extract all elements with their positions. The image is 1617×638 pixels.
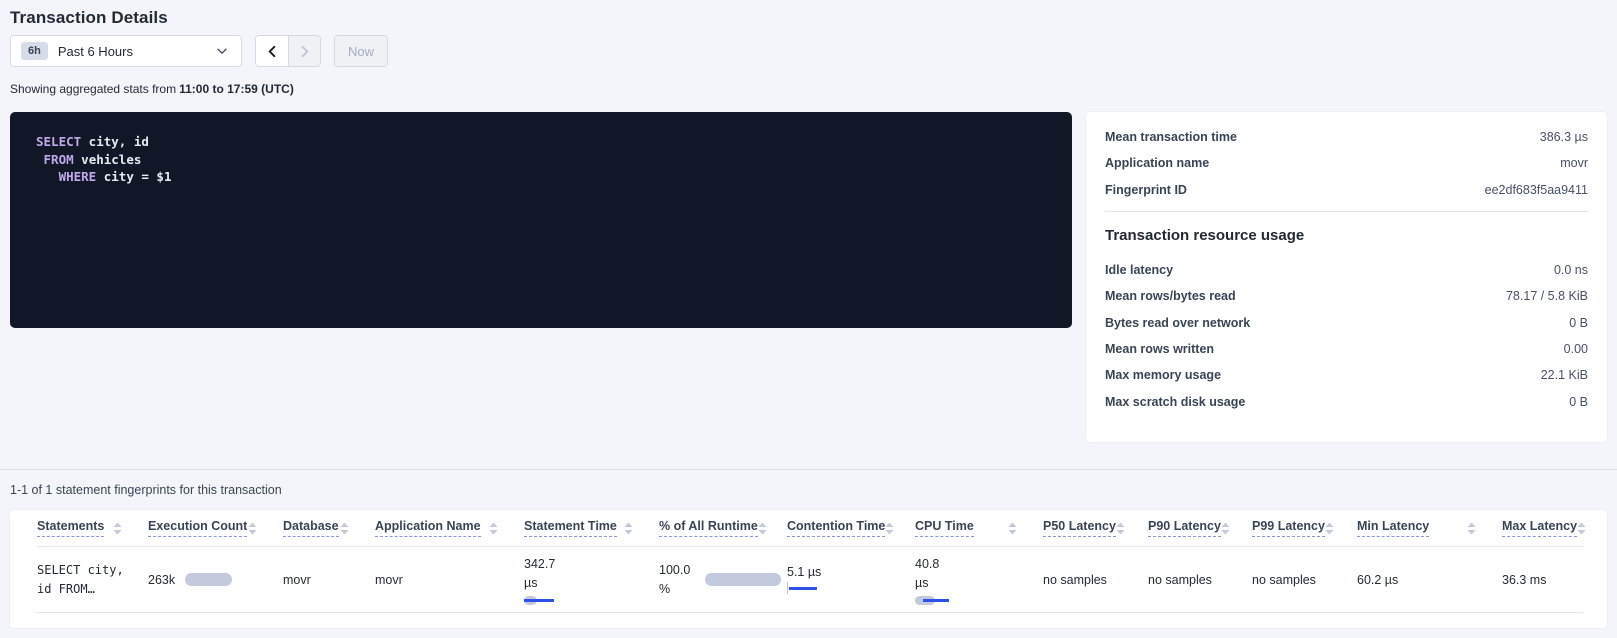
- time-controls: 6h Past 6 Hours Now: [10, 35, 1607, 67]
- sort-caret-icon: [1221, 522, 1230, 535]
- cell-percent-of-all-runtime: 100.0 %: [659, 561, 787, 599]
- execution-count-bar: [185, 573, 232, 586]
- column-header-application-name[interactable]: Application Name: [375, 519, 524, 537]
- summary-row-mean-transaction-time: Mean transaction time 386.3 µs: [1105, 124, 1588, 150]
- cell-contention-time: 5.1 µs: [787, 565, 915, 594]
- cpu-time-bar: [915, 596, 949, 605]
- prev-range-button[interactable]: [256, 36, 288, 66]
- cell-application-name: movr: [375, 573, 524, 587]
- chevron-down-icon: [215, 44, 229, 58]
- cell-p99-latency: no samples: [1252, 573, 1357, 587]
- time-range-arrow-group: [255, 35, 321, 67]
- column-header-percent-of-all-runtime[interactable]: % of All Runtime: [659, 519, 787, 537]
- column-header-max-latency[interactable]: Max Latency: [1502, 519, 1583, 537]
- time-range-label: Past 6 Hours: [58, 44, 133, 59]
- sort-caret-icon: [758, 522, 767, 535]
- statements-table-card: Statements Execution Count Database Appl…: [10, 510, 1607, 628]
- cell-execution-count: 263k: [148, 573, 283, 587]
- sort-caret-icon: [489, 522, 498, 535]
- column-header-p99-latency[interactable]: P99 Latency: [1252, 519, 1357, 537]
- resource-row-max-memory-usage: Max memory usage 22.1 KiB: [1105, 362, 1588, 388]
- column-header-contention-time[interactable]: Contention Time: [787, 519, 915, 537]
- resource-usage-section-title: Transaction resource usage: [1105, 227, 1588, 244]
- sort-caret-icon: [113, 522, 122, 535]
- subtitle-prefix: Showing aggregated stats from: [10, 82, 176, 96]
- column-header-p50-latency[interactable]: P50 Latency: [1043, 519, 1148, 537]
- chevron-right-icon: [297, 44, 312, 59]
- cell-statement: SELECT city, id FROM…: [37, 561, 148, 599]
- sort-caret-icon: [1467, 522, 1476, 535]
- sort-caret-icon: [1008, 522, 1017, 535]
- resource-row-max-scratch-disk-usage: Max scratch disk usage 0 B: [1105, 388, 1588, 414]
- summary-divider: [1105, 211, 1588, 212]
- cell-cpu-time: 40.8 µs: [915, 555, 1043, 605]
- statement-link[interactable]: SELECT city, id FROM…: [37, 561, 137, 599]
- cell-database: movr: [283, 573, 375, 587]
- summary-row-application-name: Application name movr: [1105, 150, 1588, 176]
- statement-time-bar: [524, 596, 554, 605]
- cell-statement-time: 342.7 µs: [524, 555, 659, 605]
- sort-caret-icon: [1577, 522, 1586, 535]
- resource-row-mean-rows-bytes-read: Mean rows/bytes read 78.17 / 5.8 KiB: [1105, 283, 1588, 309]
- column-header-p90-latency[interactable]: P90 Latency: [1148, 519, 1252, 537]
- resource-row-mean-rows-written: Mean rows written 0.00: [1105, 336, 1588, 362]
- sql-statement-box: SELECT city, id FROM vehicles WHERE city…: [10, 112, 1072, 328]
- cell-max-latency: 36.3 ms: [1502, 573, 1583, 587]
- sort-caret-icon: [624, 522, 633, 535]
- subtitle-range: 11:00 to 17:59 (UTC): [179, 82, 294, 96]
- details-main-row: SELECT city, id FROM vehicles WHERE city…: [10, 112, 1607, 442]
- statement-row: SELECT city, id FROM… 263k movr movr 342…: [37, 547, 1583, 613]
- sort-caret-icon: [248, 522, 257, 535]
- sql-line: SELECT city, id: [36, 133, 1046, 151]
- chevron-left-icon: [265, 44, 280, 59]
- page-title: Transaction Details: [10, 0, 1607, 28]
- next-range-button[interactable]: [288, 36, 320, 66]
- resource-row-bytes-read-over-network: Bytes read over network 0 B: [1105, 309, 1588, 335]
- now-button[interactable]: Now: [334, 35, 388, 67]
- sql-line: WHERE city = $1: [36, 168, 1046, 186]
- transaction-summary-card: Mean transaction time 386.3 µs Applicati…: [1086, 112, 1607, 442]
- sql-line: FROM vehicles: [36, 151, 1046, 169]
- column-header-cpu-time[interactable]: CPU Time: [915, 519, 1043, 537]
- column-header-execution-count[interactable]: Execution Count: [148, 519, 283, 537]
- column-header-statement-time[interactable]: Statement Time: [524, 519, 659, 537]
- aggregated-stats-subtitle: Showing aggregated stats from11:00 to 17…: [10, 82, 1607, 96]
- fingerprint-count-text: 1-1 of 1 statement fingerprints for this…: [10, 483, 1607, 497]
- statements-table-header: Statements Execution Count Database Appl…: [37, 510, 1583, 547]
- sort-caret-icon: [885, 522, 894, 535]
- column-header-statements[interactable]: Statements: [37, 519, 148, 537]
- contention-time-bar: [787, 582, 817, 594]
- percent-runtime-bar: [705, 573, 781, 586]
- sort-caret-icon: [1325, 522, 1334, 535]
- sort-caret-icon: [340, 522, 349, 535]
- section-divider: [0, 469, 1617, 470]
- time-range-dropdown[interactable]: 6h Past 6 Hours: [10, 35, 242, 67]
- cell-p50-latency: no samples: [1043, 573, 1148, 587]
- cell-min-latency: 60.2 µs: [1357, 573, 1502, 587]
- column-header-min-latency[interactable]: Min Latency: [1357, 519, 1502, 537]
- summary-row-fingerprint-id: Fingerprint ID ee2df683f5aa9411: [1105, 177, 1588, 203]
- column-header-database[interactable]: Database: [283, 519, 375, 537]
- sort-caret-icon: [1116, 522, 1125, 535]
- cell-p90-latency: no samples: [1148, 573, 1252, 587]
- resource-row-idle-latency: Idle latency 0.0 ns: [1105, 257, 1588, 283]
- time-range-badge: 6h: [21, 42, 48, 60]
